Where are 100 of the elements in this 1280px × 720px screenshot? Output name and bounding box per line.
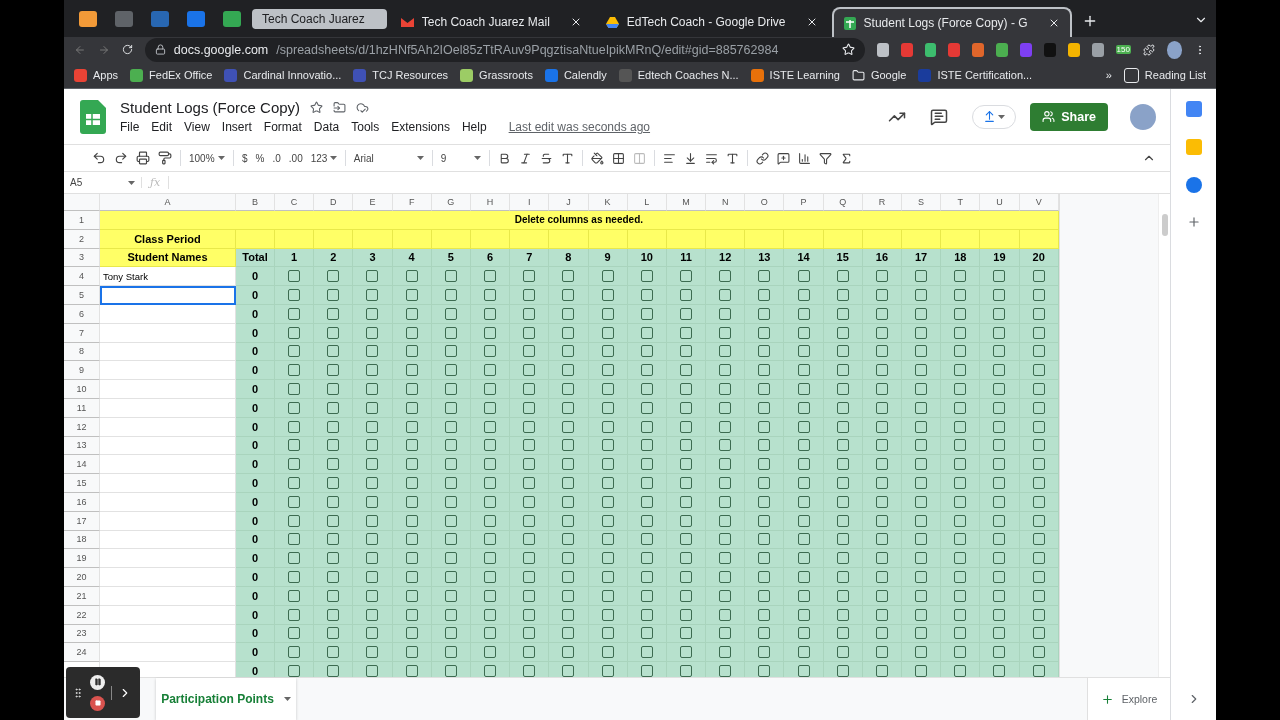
bookmark[interactable]: Google bbox=[851, 68, 907, 82]
drag-handle-icon[interactable] bbox=[72, 686, 84, 699]
tab-group-label[interactable]: Tech Coach Juarez bbox=[252, 9, 387, 29]
extension-icon[interactable] bbox=[924, 42, 937, 57]
menu-item[interactable]: File bbox=[120, 120, 140, 134]
undo-icon[interactable] bbox=[92, 151, 106, 165]
sheets-logo[interactable] bbox=[80, 99, 106, 134]
row-header[interactable]: 14 bbox=[64, 455, 100, 475]
column-header[interactable]: O bbox=[745, 194, 785, 211]
increase-decimal-button[interactable]: .00 bbox=[288, 152, 303, 164]
font-size-select[interactable]: 9 bbox=[440, 152, 481, 164]
student-name-cell[interactable] bbox=[100, 455, 236, 475]
explore-button[interactable]: Explore bbox=[1087, 678, 1170, 720]
vertical-align-icon[interactable] bbox=[683, 151, 697, 165]
student-name-cell[interactable] bbox=[100, 286, 236, 305]
bookmark[interactable]: Edtech Coaches N... bbox=[618, 68, 739, 82]
pause-button[interactable] bbox=[90, 674, 105, 690]
borders-icon[interactable] bbox=[611, 151, 625, 165]
extension-icon[interactable] bbox=[900, 42, 913, 57]
comment-icon[interactable] bbox=[930, 107, 949, 126]
name-box[interactable]: A5 bbox=[64, 177, 142, 188]
currency-button[interactable]: $ bbox=[242, 152, 248, 164]
column-header[interactable]: D bbox=[314, 194, 354, 211]
chart-icon[interactable] bbox=[797, 151, 811, 165]
column-header[interactable]: A bbox=[100, 194, 236, 211]
text-color-icon[interactable] bbox=[560, 151, 574, 165]
wrap-icon[interactable] bbox=[704, 151, 718, 165]
reading-list[interactable]: Reading List bbox=[1123, 67, 1206, 83]
column-header[interactable]: C bbox=[275, 194, 315, 211]
menu-item[interactable]: Help bbox=[461, 120, 487, 134]
column-header[interactable]: G bbox=[431, 194, 471, 211]
row-header[interactable]: 15 bbox=[64, 474, 100, 493]
more-bookmarks[interactable]: » bbox=[1105, 69, 1112, 81]
row-header[interactable]: 5 bbox=[64, 286, 100, 305]
link-icon[interactable] bbox=[755, 151, 769, 165]
row-header[interactable]: 24 bbox=[64, 643, 100, 663]
stop-button[interactable] bbox=[90, 695, 105, 711]
student-name-cell[interactable] bbox=[100, 474, 236, 493]
column-header[interactable]: B bbox=[236, 194, 275, 211]
bookmark[interactable]: TCJ Resources bbox=[353, 68, 449, 82]
student-name-cell[interactable] bbox=[100, 361, 236, 381]
decrease-decimal-button[interactable]: .0 bbox=[272, 152, 281, 164]
menu-item[interactable]: Format bbox=[263, 120, 302, 134]
student-name-cell[interactable] bbox=[100, 380, 236, 399]
last-edit-link[interactable]: Last edit was seconds ago bbox=[508, 120, 651, 134]
menu-item[interactable]: Tools bbox=[351, 120, 380, 134]
account-avatar[interactable] bbox=[1130, 103, 1156, 130]
column-header[interactable]: E bbox=[353, 194, 393, 211]
bookmark[interactable]: FedEx Office bbox=[130, 68, 213, 82]
bookmark[interactable]: Cardinal Innovatio... bbox=[224, 68, 342, 82]
address-bar[interactable]: docs.google.com /spreadsheets/d/1hzHNf5Ah2IOel85zTtRAuv9PqgztisaNtueIpikMRnQ/edit#gid=885762984 bbox=[144, 37, 865, 62]
bookmark[interactable]: ISTE Certification... bbox=[918, 68, 1033, 82]
column-header[interactable]: K bbox=[588, 194, 628, 211]
extension-icon[interactable] bbox=[972, 42, 985, 57]
comment-add-icon[interactable] bbox=[776, 151, 790, 165]
row-header[interactable]: 10 bbox=[64, 380, 100, 399]
column-header[interactable]: S bbox=[902, 194, 942, 211]
bookmark[interactable]: Calendly bbox=[544, 68, 607, 82]
column-header[interactable]: I bbox=[510, 194, 550, 211]
bookmark[interactable]: ISTE Learning bbox=[750, 68, 840, 82]
student-name-cell[interactable] bbox=[100, 549, 236, 569]
column-header[interactable]: M bbox=[666, 194, 707, 211]
extension-icon[interactable] bbox=[948, 42, 961, 57]
browser-tab[interactable]: Tech Coach Juarez Mail bbox=[390, 7, 592, 37]
student-name-cell[interactable]: Tony Stark bbox=[100, 267, 236, 287]
strikethrough-icon[interactable] bbox=[539, 151, 553, 165]
browser-tab[interactable]: Student Logs (Force Copy) - G bbox=[831, 7, 1072, 37]
row-header[interactable]: 4 bbox=[64, 267, 100, 287]
bookmark[interactable]: Apps bbox=[74, 68, 119, 82]
bookmark[interactable]: Grassroots bbox=[460, 68, 533, 82]
column-header[interactable]: N bbox=[706, 194, 746, 211]
column-header[interactable]: L bbox=[627, 194, 667, 211]
extension-icon[interactable] bbox=[1067, 42, 1080, 57]
column-header[interactable]: Q bbox=[823, 194, 863, 211]
reload-icon[interactable] bbox=[121, 43, 133, 56]
star-icon[interactable] bbox=[310, 101, 324, 114]
menu-item[interactable]: Extensions bbox=[391, 120, 450, 134]
italic-icon[interactable] bbox=[518, 151, 532, 165]
paint-format-icon[interactable] bbox=[158, 151, 172, 165]
print-icon[interactable] bbox=[136, 151, 150, 165]
number-format-select[interactable]: 123 bbox=[310, 152, 337, 164]
student-name-cell[interactable] bbox=[100, 643, 236, 663]
document-title[interactable]: Student Logs (Force Copy) bbox=[120, 99, 301, 116]
filter-icon[interactable] bbox=[818, 151, 832, 165]
redo-icon[interactable] bbox=[114, 151, 128, 165]
column-header[interactable]: F bbox=[392, 194, 432, 211]
column-header[interactable]: T bbox=[941, 194, 981, 211]
extensions-icon[interactable] bbox=[1142, 42, 1155, 57]
column-header[interactable]: V bbox=[1019, 194, 1059, 211]
row-header[interactable]: 9 bbox=[64, 361, 100, 381]
row-header[interactable]: 19 bbox=[64, 549, 100, 569]
share-button[interactable]: Share bbox=[1030, 102, 1108, 131]
column-header[interactable]: U bbox=[980, 194, 1020, 211]
menu-item[interactable]: Data bbox=[313, 120, 340, 134]
menu-item[interactable]: Insert bbox=[221, 120, 252, 134]
fill-color-icon[interactable] bbox=[590, 151, 604, 165]
browser-tab[interactable]: EdTech Coach - Google Drive bbox=[595, 7, 828, 37]
extension-icon[interactable] bbox=[1091, 42, 1104, 57]
extension-icon[interactable] bbox=[876, 42, 889, 57]
student-name-cell[interactable] bbox=[100, 568, 236, 587]
